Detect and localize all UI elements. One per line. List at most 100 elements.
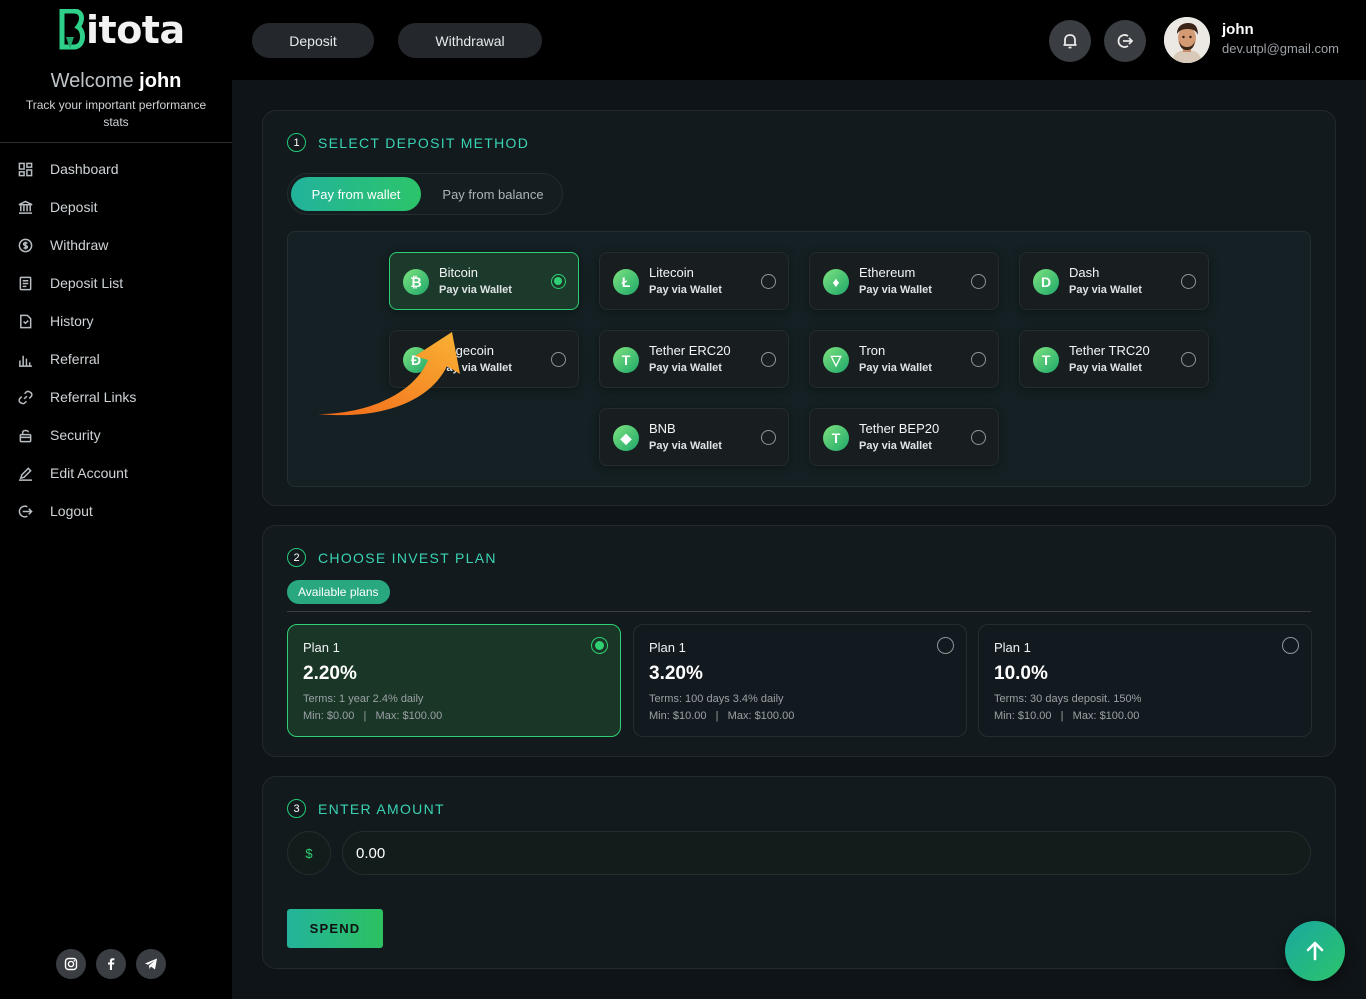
method-ethereum[interactable]: ♦ Ethereum Pay via Wallet (809, 252, 999, 310)
plan-name: Plan 1 (649, 640, 686, 655)
brand-logo[interactable]: itota (58, 8, 185, 52)
bell-icon (1063, 34, 1077, 49)
link-icon (18, 390, 33, 404)
sidebar-item-withdraw[interactable]: Withdraw (0, 226, 232, 264)
plan-rate: 10.0% (994, 663, 1048, 684)
plan-rate: 3.20% (649, 663, 703, 684)
sidebar-item-label: Security (50, 427, 101, 443)
plan-terms: Terms: 1 year 2.4% daily (303, 693, 424, 705)
deposit-button[interactable]: Deposit (252, 23, 374, 58)
radio[interactable] (1181, 352, 1196, 367)
sidebar-nav: Dashboard Deposit Withdraw Deposit List … (0, 150, 232, 530)
sidebar-item-label: Logout (50, 503, 93, 519)
withdrawal-button[interactable]: Withdrawal (398, 23, 542, 58)
tether-icon: T (823, 425, 849, 451)
amount-input[interactable]: 0.00 (342, 831, 1311, 875)
main-content: 1 SELECT DEPOSIT METHOD Pay from wallet … (232, 80, 1366, 999)
radio[interactable] (971, 352, 986, 367)
avatar[interactable] (1164, 17, 1210, 63)
radio[interactable] (937, 637, 954, 654)
amount-card: 3 ENTER AMOUNT $ 0.00 SPEND (262, 776, 1336, 969)
document-list-icon (19, 276, 32, 290)
plan-card[interactable]: Plan 1 3.20% Terms: 100 days 3.4% daily … (633, 624, 967, 737)
method-subtitle: Pay via Wallet (439, 362, 512, 374)
sidebar-item-deposit-list[interactable]: Deposit List (0, 264, 232, 302)
sidebar-item-referral-links[interactable]: Referral Links (0, 378, 232, 416)
history-icon (20, 314, 32, 328)
divider (287, 611, 1311, 612)
user-email: dev.utpl@gmail.com (1222, 41, 1339, 56)
method-name: Tether ERC20 (649, 343, 731, 358)
radio[interactable] (971, 430, 986, 445)
telegram-icon[interactable] (136, 949, 166, 979)
method-bnb[interactable]: ◆ BNB Pay via Wallet (599, 408, 789, 466)
method-tether-bep20[interactable]: T Tether BEP20 Pay via Wallet (809, 408, 999, 466)
plan-name: Plan 1 (303, 640, 340, 655)
method-tron[interactable]: ▽ Tron Pay via Wallet (809, 330, 999, 388)
payment-source-tabs: Pay from wallet Pay from balance (287, 173, 563, 215)
method-name: Ethereum (859, 265, 916, 280)
notifications-button[interactable] (1049, 20, 1091, 62)
method-subtitle: Pay via Wallet (859, 362, 932, 374)
tether-icon: T (613, 347, 639, 373)
radio[interactable] (551, 352, 566, 367)
method-subtitle: Pay via Wallet (649, 440, 722, 452)
radio[interactable] (761, 274, 776, 289)
method-name: Dash (1069, 265, 1100, 280)
edit-icon (18, 466, 33, 481)
sidebar-item-edit-account[interactable]: Edit Account (0, 454, 232, 492)
grid-icon (18, 162, 33, 176)
sidebar-item-security[interactable]: Security (0, 416, 232, 454)
radio-selected[interactable] (551, 274, 566, 289)
sidebar-item-label: History (50, 313, 94, 329)
radio[interactable] (1282, 637, 1299, 654)
facebook-icon[interactable] (96, 949, 126, 979)
method-dogecoin[interactable]: Ð Dogecoin Pay via Wallet (389, 330, 579, 388)
method-bitcoin[interactable]: ₿ Bitcoin Pay via Wallet (389, 252, 579, 310)
sidebar-item-label: Dashboard (50, 161, 119, 177)
bitcoin-icon: ₿ (403, 269, 429, 295)
arrow-up-icon (1306, 941, 1324, 961)
radio[interactable] (761, 352, 776, 367)
tab-pay-from-wallet[interactable]: Pay from wallet (291, 177, 421, 211)
plan-rate: 2.20% (303, 663, 357, 684)
bar-chart-icon (18, 355, 33, 367)
method-name: Bitcoin (439, 265, 479, 280)
method-name: Tron (859, 343, 886, 358)
method-litecoin[interactable]: Ł Litecoin Pay via Wallet (599, 252, 789, 310)
sidebar-item-logout[interactable]: Logout (0, 492, 232, 530)
spend-button[interactable]: SPEND (287, 909, 383, 948)
logout-icon (1117, 34, 1134, 48)
radio-selected[interactable] (591, 637, 608, 654)
method-name: Dogecoin (439, 343, 494, 358)
method-subtitle: Pay via Wallet (649, 284, 722, 296)
topbar: Deposit Withdrawal john dev.utpl@gmail.c… (232, 0, 1366, 80)
deposit-method-card: 1 SELECT DEPOSIT METHOD Pay from wallet … (262, 110, 1336, 506)
radio[interactable] (971, 274, 986, 289)
sidebar-item-referral[interactable]: Referral (0, 340, 232, 378)
step-number: 1 (287, 133, 306, 152)
plan-card[interactable]: Plan 1 2.20% Terms: 1 year 2.4% daily Mi… (287, 624, 621, 737)
radio[interactable] (1181, 274, 1196, 289)
method-tether-erc20[interactable]: T Tether ERC20 Pay via Wallet (599, 330, 789, 388)
currency-symbol: $ (287, 831, 331, 875)
social-links (56, 949, 166, 979)
method-tether-trc20[interactable]: T Tether TRC20 Pay via Wallet (1019, 330, 1209, 388)
scroll-to-top-button[interactable] (1285, 921, 1345, 981)
plan-terms: Terms: 100 days 3.4% daily (649, 693, 784, 705)
sidebar-item-deposit[interactable]: Deposit (0, 188, 232, 226)
plan-name: Plan 1 (994, 640, 1031, 655)
dogecoin-icon: Ð (403, 347, 429, 373)
plan-card[interactable]: Plan 1 10.0% Terms: 30 days deposit. 150… (978, 624, 1312, 737)
logo-mark (58, 8, 86, 51)
logout-button[interactable] (1104, 20, 1146, 62)
method-subtitle: Pay via Wallet (1069, 284, 1142, 296)
tab-pay-from-balance[interactable]: Pay from balance (426, 177, 560, 211)
radio[interactable] (761, 430, 776, 445)
sidebar-item-dashboard[interactable]: Dashboard (0, 150, 232, 188)
sidebar-item-history[interactable]: History (0, 302, 232, 340)
litecoin-icon: Ł (613, 269, 639, 295)
deposit-methods-grid: ₿ Bitcoin Pay via Wallet Ł Litecoin Pay … (287, 231, 1311, 487)
method-dash[interactable]: D Dash Pay via Wallet (1019, 252, 1209, 310)
instagram-icon[interactable] (56, 949, 86, 979)
